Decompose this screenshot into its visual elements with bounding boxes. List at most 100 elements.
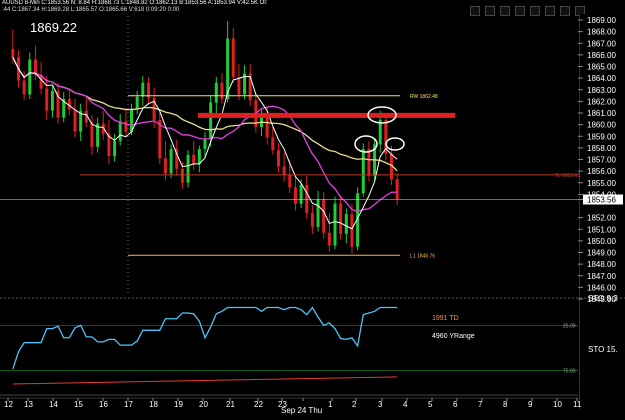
x-tick-label: 16 [99, 400, 108, 409]
candle-body [186, 154, 190, 183]
x-tick-label: 9 [528, 400, 533, 409]
y-tick-label: 1859.00 [587, 132, 616, 141]
candle-body [209, 102, 213, 139]
candle-body [276, 150, 280, 167]
oscillator-label: 4960 YRange [432, 333, 475, 340]
x-tick-label: 7 [478, 400, 483, 409]
x-tick-label: 11 [573, 400, 582, 409]
y-tick-label: 1861.00 [587, 109, 616, 118]
oscillator-signal-line [12, 376, 398, 385]
candle-body [11, 49, 15, 58]
candle-body [203, 138, 207, 150]
current-price-display: 1869.22 [30, 20, 77, 35]
candle-body [113, 140, 117, 157]
osc-axis-label: STO 9.3 [588, 294, 618, 303]
y-tick-label: 1865.00 [587, 63, 616, 72]
candle-body [344, 214, 348, 234]
candle-body [361, 149, 365, 194]
candle-body [197, 149, 201, 165]
candle-body [395, 179, 399, 200]
candle-body [90, 122, 94, 147]
candle-body [293, 187, 297, 204]
x-tick-label: 8 [503, 400, 508, 409]
candle-body [169, 149, 173, 174]
candle-body [305, 185, 309, 213]
candle-body [135, 96, 139, 110]
candle-body [118, 121, 122, 141]
x-tick-label: 4 [403, 400, 408, 409]
osc-axis-label: 25.00 [563, 324, 576, 330]
y-tick-label: 1860.00 [587, 121, 616, 130]
y-tick-label: 1856.00 [587, 167, 616, 176]
y-tick-label: 1849.00 [587, 249, 616, 258]
price-chart[interactable]: 1869.00 1868.00 1867.00 1866.00 1865.00 1864.… [0, 0, 625, 420]
x-tick-label: 10 [553, 400, 562, 409]
osc-axis-label: 75.00 [563, 369, 576, 375]
osc-axis-label: STO 15. [588, 345, 618, 354]
y-tick-label: 1848.00 [587, 260, 616, 269]
candle-body [50, 90, 54, 111]
candle-body [265, 116, 269, 138]
x-tick-label: 20 [199, 400, 208, 409]
x-tick-label: 15 [74, 400, 83, 409]
candle-body [299, 185, 303, 204]
candle-body [28, 59, 32, 95]
y-tick-label: 1866.00 [587, 51, 616, 60]
x-tick-label: 6 [453, 400, 458, 409]
candle-body [45, 88, 49, 111]
x-tick-label: 21 [226, 400, 235, 409]
candle-body [271, 137, 275, 151]
y-tick-label: 1846.00 [587, 283, 616, 292]
candle-body [350, 214, 354, 247]
y-tick-label: 1853.56 [587, 195, 616, 204]
candle-body [192, 154, 196, 165]
y-tick-label: 1847.00 [587, 272, 616, 281]
level-label: RW 1862.48 [410, 94, 438, 100]
level-label: L1 1848.76 [410, 253, 435, 259]
x-tick-label: 13 [24, 400, 33, 409]
candle-body [333, 203, 337, 246]
y-tick-label: 1852.00 [587, 214, 616, 223]
candle-body [214, 82, 218, 103]
candle-body [180, 168, 184, 183]
x-tick-label: 5 [428, 400, 433, 409]
candle-body [327, 232, 331, 246]
x-tick-label: 12 [4, 400, 13, 409]
oscillator-label: 1991 TD [432, 315, 459, 322]
y-tick-label: 1867.00 [587, 39, 616, 48]
candle-body [130, 109, 134, 132]
candle-body [322, 199, 326, 233]
candle-body [288, 174, 292, 188]
x-tick-label: 2 [352, 400, 357, 409]
candle-body [282, 166, 286, 175]
y-tick-label: 1851.00 [587, 225, 616, 234]
candle-body [316, 199, 320, 227]
x-tick-label: 3 [378, 400, 383, 409]
candle-body [33, 59, 37, 75]
candle-body [22, 80, 26, 95]
x-tick-label: 19 [174, 400, 183, 409]
candle-body [73, 109, 77, 132]
level-label: TL 1855.68 [555, 173, 580, 179]
y-tick-label: 1858.00 [587, 144, 616, 153]
candle-body [124, 121, 128, 132]
candle-body [367, 149, 371, 176]
x-tick-label: 1 [328, 400, 333, 409]
candle-body [163, 158, 167, 174]
y-tick-label: 1868.00 [587, 28, 616, 37]
candle-body [220, 82, 224, 100]
y-tick-label: 1869.00 [587, 16, 616, 25]
x-tick-label: 22 [254, 400, 263, 409]
y-tick-label: 1863.00 [587, 86, 616, 95]
y-tick-label: 1857.00 [587, 156, 616, 165]
annotation-ellipse [354, 135, 378, 153]
x-tick-label: 14 [49, 400, 58, 409]
candle-body [339, 203, 343, 234]
y-tick-label: 1862.00 [587, 97, 616, 106]
x-tick-label: 17 [124, 400, 133, 409]
candle-body [141, 82, 145, 97]
x-tick-label: 18 [149, 400, 158, 409]
y-tick-label: 1855.00 [587, 179, 616, 188]
candle-body [237, 76, 241, 95]
annotation-ellipse [385, 137, 405, 151]
